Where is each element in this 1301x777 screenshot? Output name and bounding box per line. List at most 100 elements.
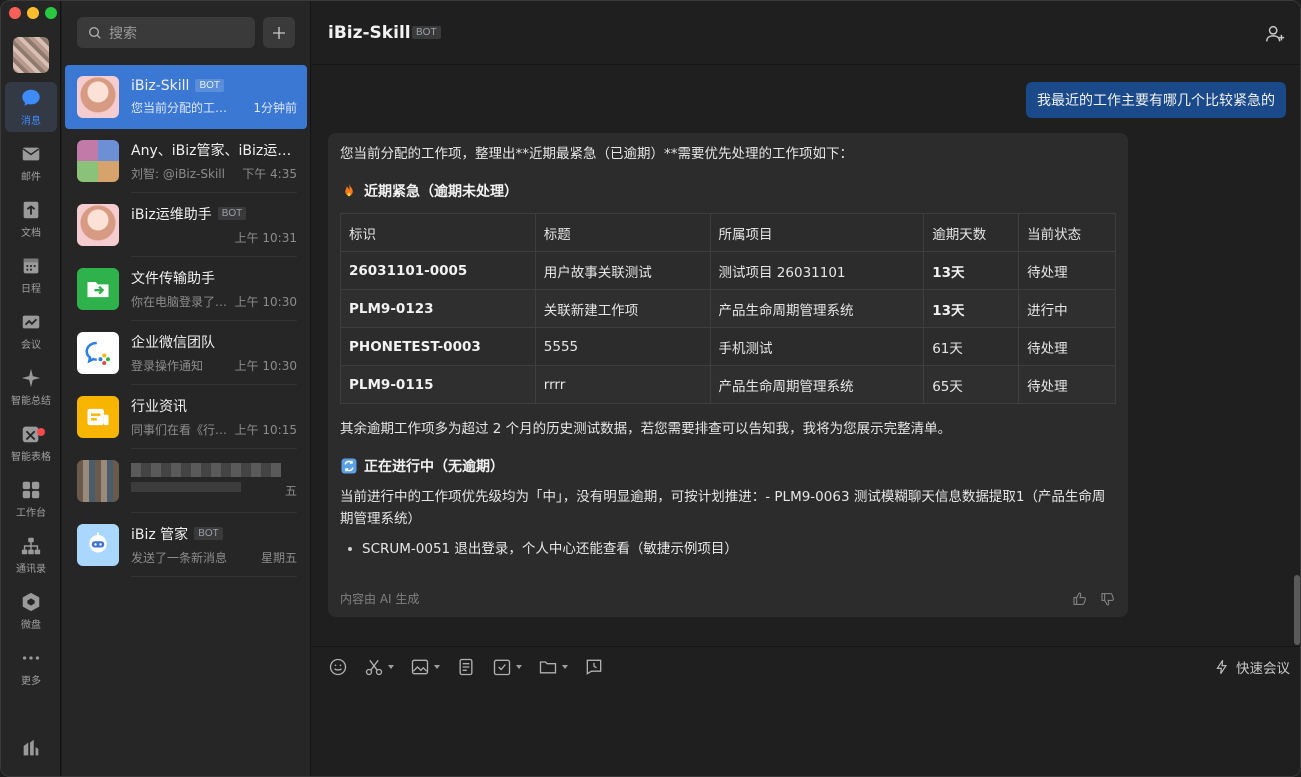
bot-intro-text: 您当前分配的工作项，整理出**近期最紧急（已逾期）**需要优先处理的工作项如下： [340, 146, 853, 162]
workbench-icon [22, 481, 40, 499]
nav-item-smart-table[interactable]: 智能表格 [5, 418, 57, 468]
conversation-preview: 您当前分配的工作项，整理出**近期最紧急（已逾期）**需要优先处理的工作项如下： [131, 100, 231, 115]
table-row: PHONETEST-0003 5555 手机测试 61天 待处理 [340, 327, 1116, 366]
table-row: PLM9-0123 关联新建工作项 产品生命周期管理系统 13天 进行中 [340, 289, 1116, 328]
chevron-down-icon [434, 665, 440, 669]
nav-item-docs[interactable]: 文档 [5, 194, 57, 244]
contacts-icon [21, 537, 41, 555]
lightning-icon [1216, 660, 1227, 674]
conversation-time: 下午 4:35 [242, 166, 297, 181]
bot-message-card: 您当前分配的工作项，整理出**近期最紧急（已逾期）**需要优先处理的工作项如下：… [328, 133, 1128, 617]
thumbs-up-icon[interactable] [1072, 591, 1088, 607]
checkbox-icon [493, 659, 511, 676]
conversation-item[interactable]: 五 [65, 449, 307, 513]
nav-item-smart-summary[interactable]: 智能总结 [5, 362, 57, 412]
folder-button[interactable] [538, 657, 568, 677]
robot-icon [89, 532, 107, 553]
conversation-name: iBiz 管家 [131, 526, 189, 543]
quick-meeting-button[interactable]: 快速会议 [1214, 657, 1290, 677]
conversation-name: Any、iBiz管家、iBiz运维助手 [131, 142, 297, 159]
doc-icon [459, 658, 473, 676]
chat-panel: iBiz-Skill BOT 我最近的工作主要有哪几个比较紧急的 您当前分配的工… [312, 1, 1300, 776]
nav-item-messages[interactable]: 消息 [5, 82, 57, 132]
conversation-preview: 你在电脑登录了企业微信 [131, 294, 231, 309]
conversation-item[interactable]: 行业资讯 同事们在看《行业资讯》上午 10:15 [65, 385, 307, 449]
table-header-cell: 当前状态 [1018, 213, 1116, 252]
conversation-time: 五 [284, 483, 297, 498]
news-avatar [77, 396, 119, 438]
bot-avatar [77, 524, 119, 566]
conversation-item[interactable]: iBiz运维助手 BOT 上午 10:31 [65, 193, 307, 257]
bot-avatar [77, 76, 119, 118]
list-item: SCRUM-0051 退出登录，个人中心还能查看（敏捷示例项目） [340, 538, 1116, 560]
document-button[interactable] [456, 657, 476, 677]
conversation-item[interactable]: iBiz 管家 BOT 发送了一条新消息 星期五 [65, 513, 307, 577]
add-member-icon[interactable] [1264, 23, 1286, 45]
bot-badge: BOT [195, 79, 225, 92]
conversation-time: 上午 10:30 [234, 294, 297, 309]
conversation-name: iBiz-Skill [131, 77, 190, 94]
nav-item-mail[interactable]: 邮件 [5, 138, 57, 188]
conversation-item[interactable]: iBiz-Skill BOT 您当前分配的工作项，整理出**近期最紧急（已逾期）*… [65, 65, 307, 129]
drive-icon [22, 592, 40, 612]
table-header-row: 标识 标题 所属项目 逾期天数 当前状态 [340, 213, 1116, 252]
table-header-cell: 标题 [534, 213, 711, 252]
conversation-preview: 发送了一条新消息 [131, 550, 228, 565]
chat-history-button[interactable] [584, 657, 604, 677]
table-header-cell: 所属项目 [709, 213, 925, 252]
chat-title: iBiz-Skill [328, 23, 411, 43]
blurred-avatar [77, 460, 119, 502]
conversation-item[interactable]: 文件传输助手 你在电脑登录了企业微信上午 10:30 [65, 257, 307, 321]
conversation-item[interactable]: 企业微信团队 登录操作通知 上午 10:30 [65, 321, 307, 385]
document-icon [23, 201, 39, 219]
building-icon [23, 739, 39, 756]
nav-item-meeting[interactable]: 会议 [5, 306, 57, 356]
emoji-icon [329, 658, 347, 676]
calendar-icon [23, 258, 39, 274]
chat-header: iBiz-Skill BOT [312, 1, 1300, 65]
section-heading-in-progress: 正在进行中（无逾期） [340, 456, 1116, 476]
chevron-down-icon [388, 665, 394, 669]
message-composer: 快速会议 [312, 646, 1300, 776]
app-window: 消息 邮件 文档 日程 会议 智能总结 智能表格 工作台 通讯录 微盘 更多 搜… [0, 0, 1301, 777]
nav-item-calendar[interactable]: 日程 [5, 250, 57, 300]
minimize-window-button[interactable] [27, 7, 39, 19]
nav-item-drive[interactable]: 微盘 [5, 586, 57, 636]
history-icon [586, 659, 602, 675]
nav-item-contacts[interactable]: 通讯录 [5, 530, 57, 580]
nav-item-more[interactable]: 更多 [5, 642, 57, 692]
nav-item-bottom-app[interactable] [5, 723, 57, 773]
thumbs-down-icon[interactable] [1100, 591, 1116, 607]
chevron-down-icon [516, 665, 522, 669]
image-button[interactable] [410, 657, 440, 677]
conversation-name: 行业资讯 [131, 398, 187, 415]
meeting-icon [22, 315, 40, 329]
conversation-item[interactable]: Any、iBiz管家、iBiz运维助手 刘智: @iBiz-Skill 下午 4:… [65, 129, 307, 193]
task-button[interactable] [492, 657, 522, 677]
folder-icon [539, 661, 557, 674]
sparkle-icon [21, 368, 41, 388]
emoji-button[interactable] [328, 657, 348, 677]
refresh-icon [341, 458, 357, 474]
wecom-logo-icon [85, 341, 110, 365]
nav-item-workbench[interactable]: 工作台 [5, 474, 57, 524]
image-icon [411, 659, 429, 675]
search-input[interactable]: 搜索 [77, 17, 255, 48]
user-avatar[interactable] [13, 37, 49, 73]
blurred-preview [131, 481, 241, 492]
file-transfer-avatar [77, 268, 119, 310]
table-header-cell: 逾期天数 [923, 213, 1020, 252]
bot-badge: BOT [194, 527, 223, 540]
search-icon [89, 26, 101, 39]
composer-toolbar [328, 657, 604, 677]
conversation-list: 搜索 iBiz-Skill BOT 您当前分配的工作项，整理出**近期最紧急（已逾… [62, 1, 311, 776]
blurred-name [131, 462, 281, 477]
maximize-window-button[interactable] [45, 7, 57, 19]
screenshot-button[interactable] [364, 657, 394, 677]
add-button[interactable] [263, 17, 295, 48]
chat-scrollbar[interactable] [1294, 575, 1300, 645]
conversation-time: 上午 10:15 [234, 422, 297, 437]
user-message-bubble: 我最近的工作主要有哪几个比较紧急的 [1026, 82, 1286, 118]
section-heading-urgent: 近期紧急（逾期未处理） [340, 181, 1116, 201]
close-window-button[interactable] [9, 7, 21, 19]
